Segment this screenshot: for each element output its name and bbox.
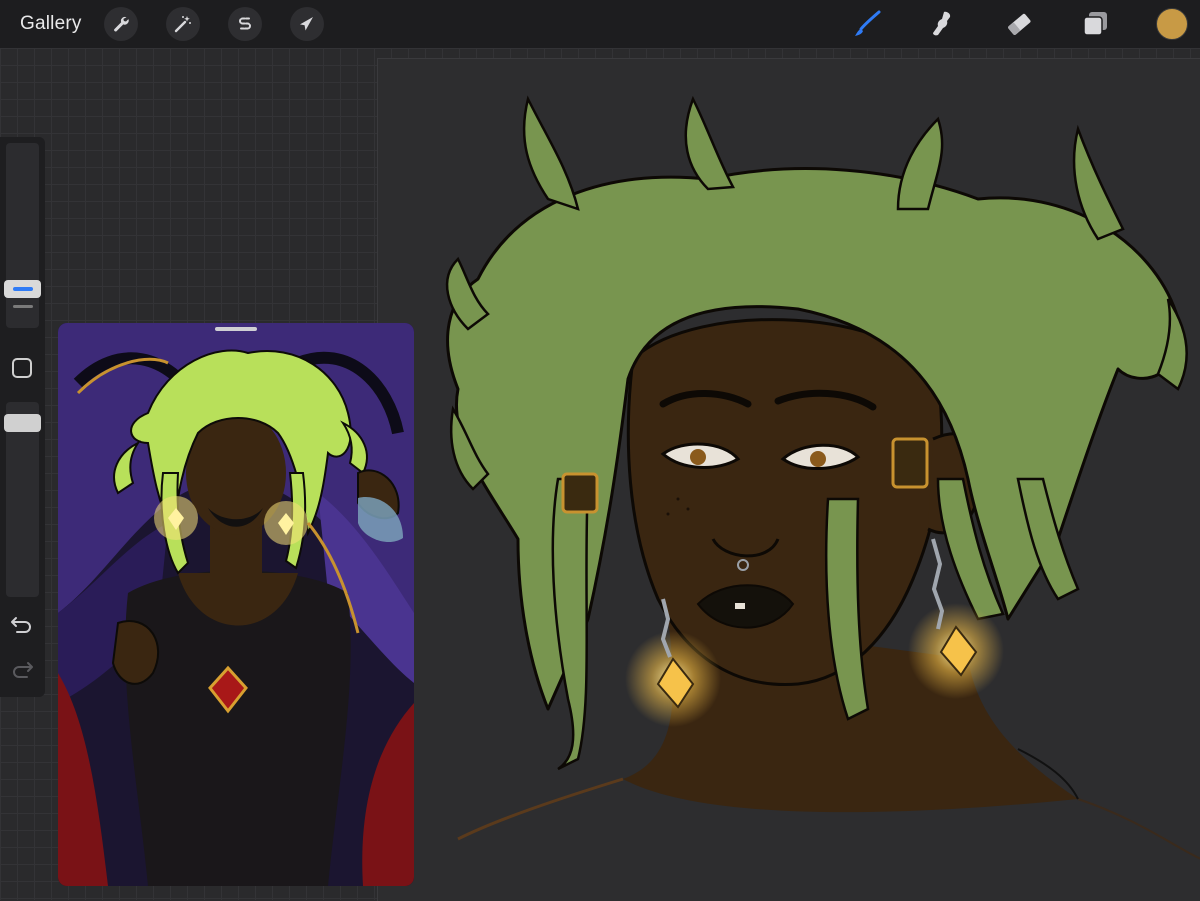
layers-icon: [1083, 12, 1107, 36]
smudge-tool-button[interactable]: [928, 9, 958, 39]
smudge-icon: [933, 11, 951, 36]
drawing-canvas[interactable]: [377, 58, 1200, 901]
selection-s-icon: [238, 17, 251, 30]
gallery-button[interactable]: Gallery: [20, 13, 82, 35]
redo-icon[interactable]: [10, 659, 34, 681]
reference-window[interactable]: [58, 323, 414, 886]
transform-arrow-icon: [299, 17, 313, 31]
brush-tool-button[interactable]: [852, 9, 882, 39]
adjustments-wand-button[interactable]: [165, 7, 200, 41]
brush-size-slider[interactable]: [6, 143, 39, 328]
layers-button[interactable]: [1080, 9, 1110, 39]
eraser-tool-button[interactable]: [1004, 9, 1034, 39]
reference-drag-handle[interactable]: [215, 327, 257, 331]
brush-opacity-handle[interactable]: [4, 414, 41, 432]
wrench-icon: [113, 16, 129, 32]
actions-wrench-button[interactable]: [103, 7, 138, 41]
reference-image: [58, 323, 414, 886]
brush-icon: [855, 10, 881, 36]
top-toolbar: Gallery: [0, 0, 1200, 48]
color-picker-swatch[interactable]: [1156, 8, 1188, 40]
size-sub-indicator: [13, 305, 33, 308]
canvas-artwork: [445, 95, 1200, 860]
eraser-icon: [1008, 13, 1031, 35]
modify-button[interactable]: [12, 358, 32, 378]
size-indicator: [13, 287, 33, 291]
brush-size-handle[interactable]: [4, 280, 41, 298]
transform-button[interactable]: [289, 7, 324, 41]
magic-wand-icon: [174, 16, 191, 33]
right-tool-group: [852, 0, 1200, 48]
left-sidebar: [0, 137, 45, 697]
selection-button[interactable]: [227, 7, 262, 41]
undo-icon[interactable]: [10, 614, 34, 636]
